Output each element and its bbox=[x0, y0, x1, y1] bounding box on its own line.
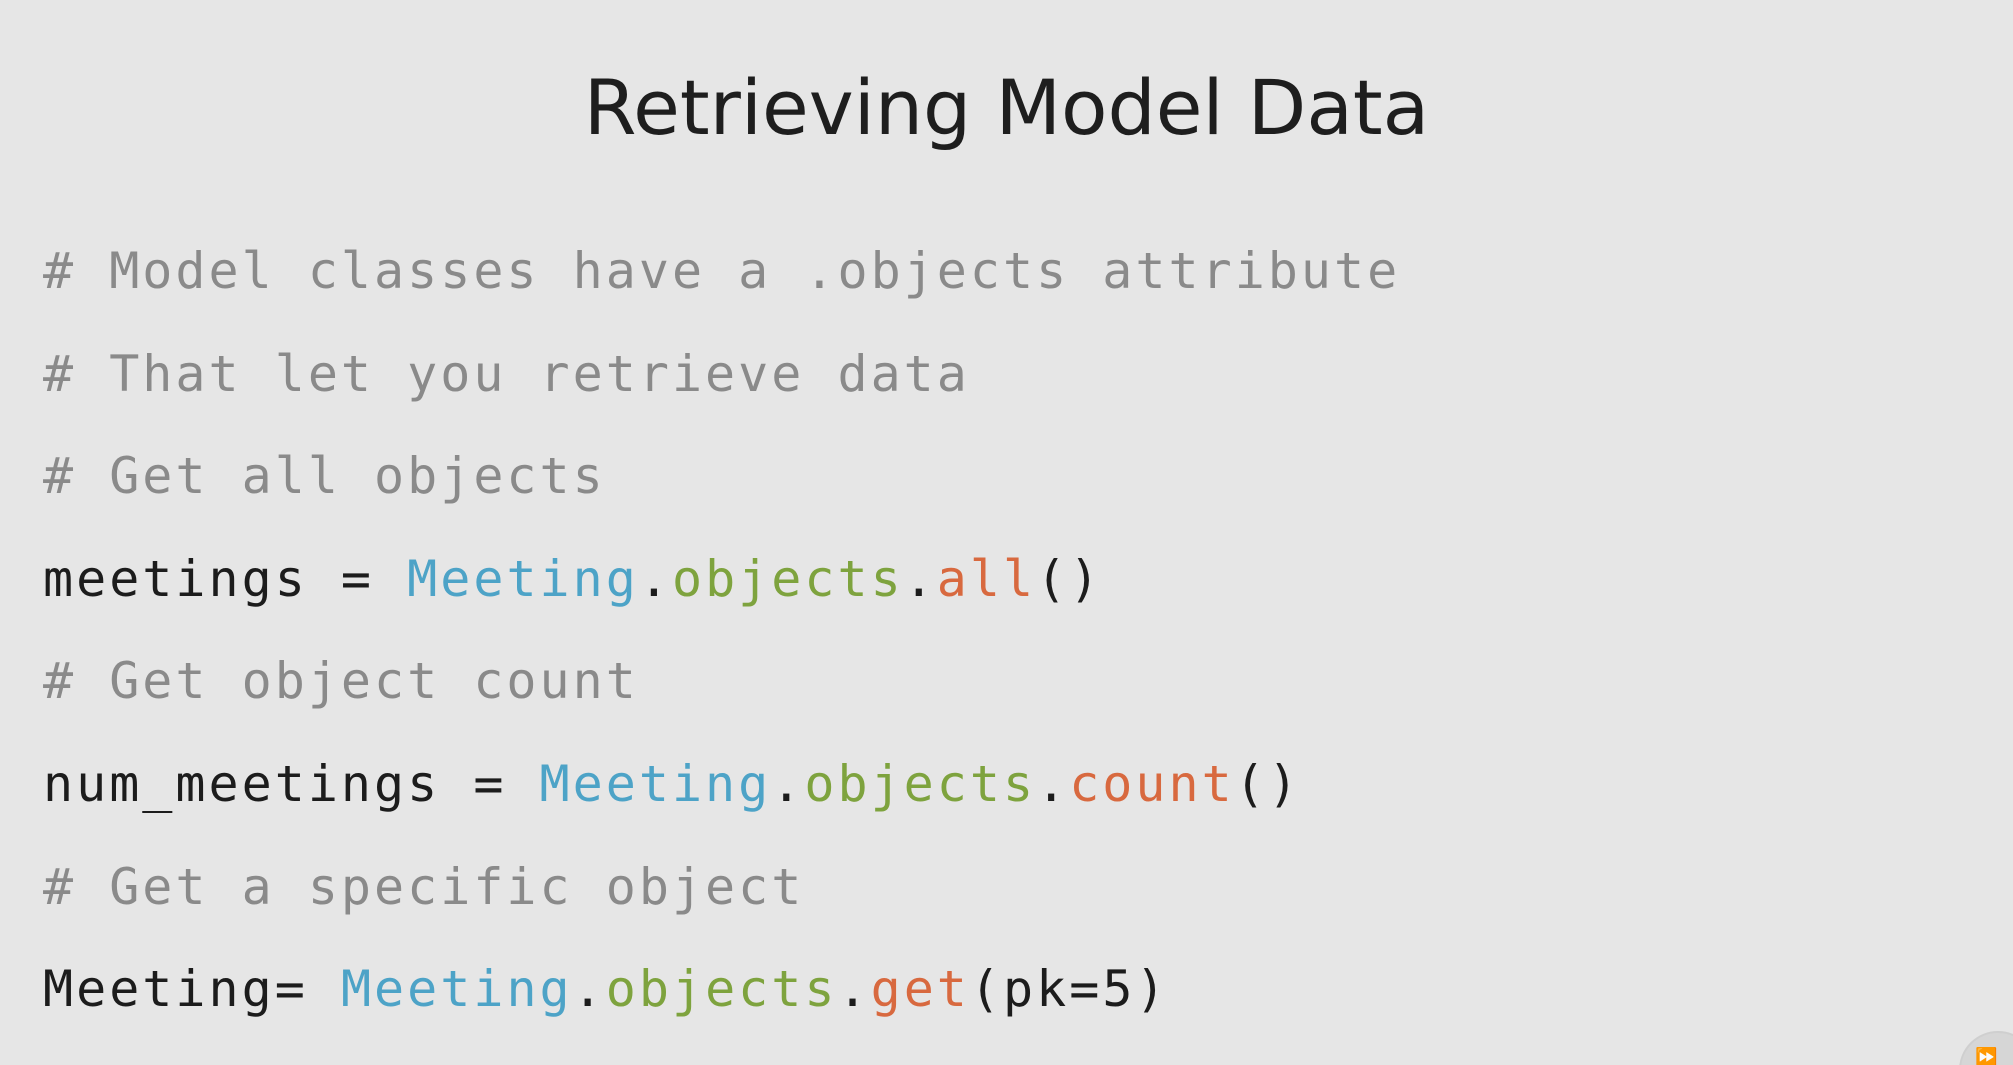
code-token-plain: () bbox=[1234, 754, 1301, 813]
slide-title: Retrieving Model Data bbox=[583, 63, 1430, 152]
code-token-plain: meetings = bbox=[43, 549, 408, 608]
code-line: # That let you retrieve data bbox=[43, 349, 1400, 399]
code-token-method: all bbox=[936, 549, 1037, 608]
code-token-plain: . bbox=[771, 754, 805, 813]
code-token-attr: objects bbox=[671, 549, 904, 608]
code-token-method: count bbox=[1069, 754, 1235, 813]
code-token-cls: Meeting bbox=[407, 549, 639, 608]
code-token-plain: . bbox=[572, 960, 606, 1019]
code-token-comment: # Get object count bbox=[43, 652, 639, 711]
slide: Retrieving Model Data # Model classes ha… bbox=[0, 0, 2013, 1065]
code-token-plain: . bbox=[1036, 754, 1070, 813]
code-token-cls: Meeting bbox=[539, 754, 772, 813]
code-token-plain: . bbox=[837, 960, 871, 1019]
code-token-comment: # Get a specific object bbox=[43, 857, 805, 916]
code-token-plain: num_meetings = bbox=[43, 754, 540, 813]
code-token-method: get bbox=[870, 960, 970, 1019]
code-line: Meeting= Meeting.objects.get(pk=5) bbox=[43, 964, 1400, 1014]
code-token-plain: (pk=5) bbox=[969, 960, 1169, 1019]
code-token-plain: () bbox=[1036, 549, 1103, 608]
code-token-plain: . bbox=[638, 549, 672, 608]
code-line: # Get all objects bbox=[43, 451, 1400, 501]
code-token-plain: . bbox=[903, 549, 937, 608]
code-token-comment: # That let you retrieve data bbox=[43, 344, 970, 403]
code-line: # Get object count bbox=[43, 656, 1400, 706]
fast-forward-icon: ⏩ bbox=[1975, 1047, 1998, 1065]
code-line: meetings = Meeting.objects.all() bbox=[43, 554, 1400, 604]
code-token-cls: Meeting bbox=[340, 960, 573, 1019]
code-block: # Model classes have a .objects attribut… bbox=[43, 246, 1400, 1065]
code-token-comment: # Model classes have a .objects attribut… bbox=[43, 242, 1401, 300]
code-line: # Get a specific object bbox=[43, 862, 1400, 912]
code-line: num_meetings = Meeting.objects.count() bbox=[43, 759, 1400, 809]
code-line: # Model classes have a .objects attribut… bbox=[43, 246, 1400, 296]
video-player-watermark-icon[interactable]: ⏩ bbox=[1959, 1031, 2013, 1065]
code-token-plain: Meeting= bbox=[43, 960, 341, 1019]
code-token-attr: objects bbox=[804, 754, 1037, 813]
code-token-comment: # Get all objects bbox=[43, 447, 606, 506]
code-token-attr: objects bbox=[605, 960, 838, 1019]
